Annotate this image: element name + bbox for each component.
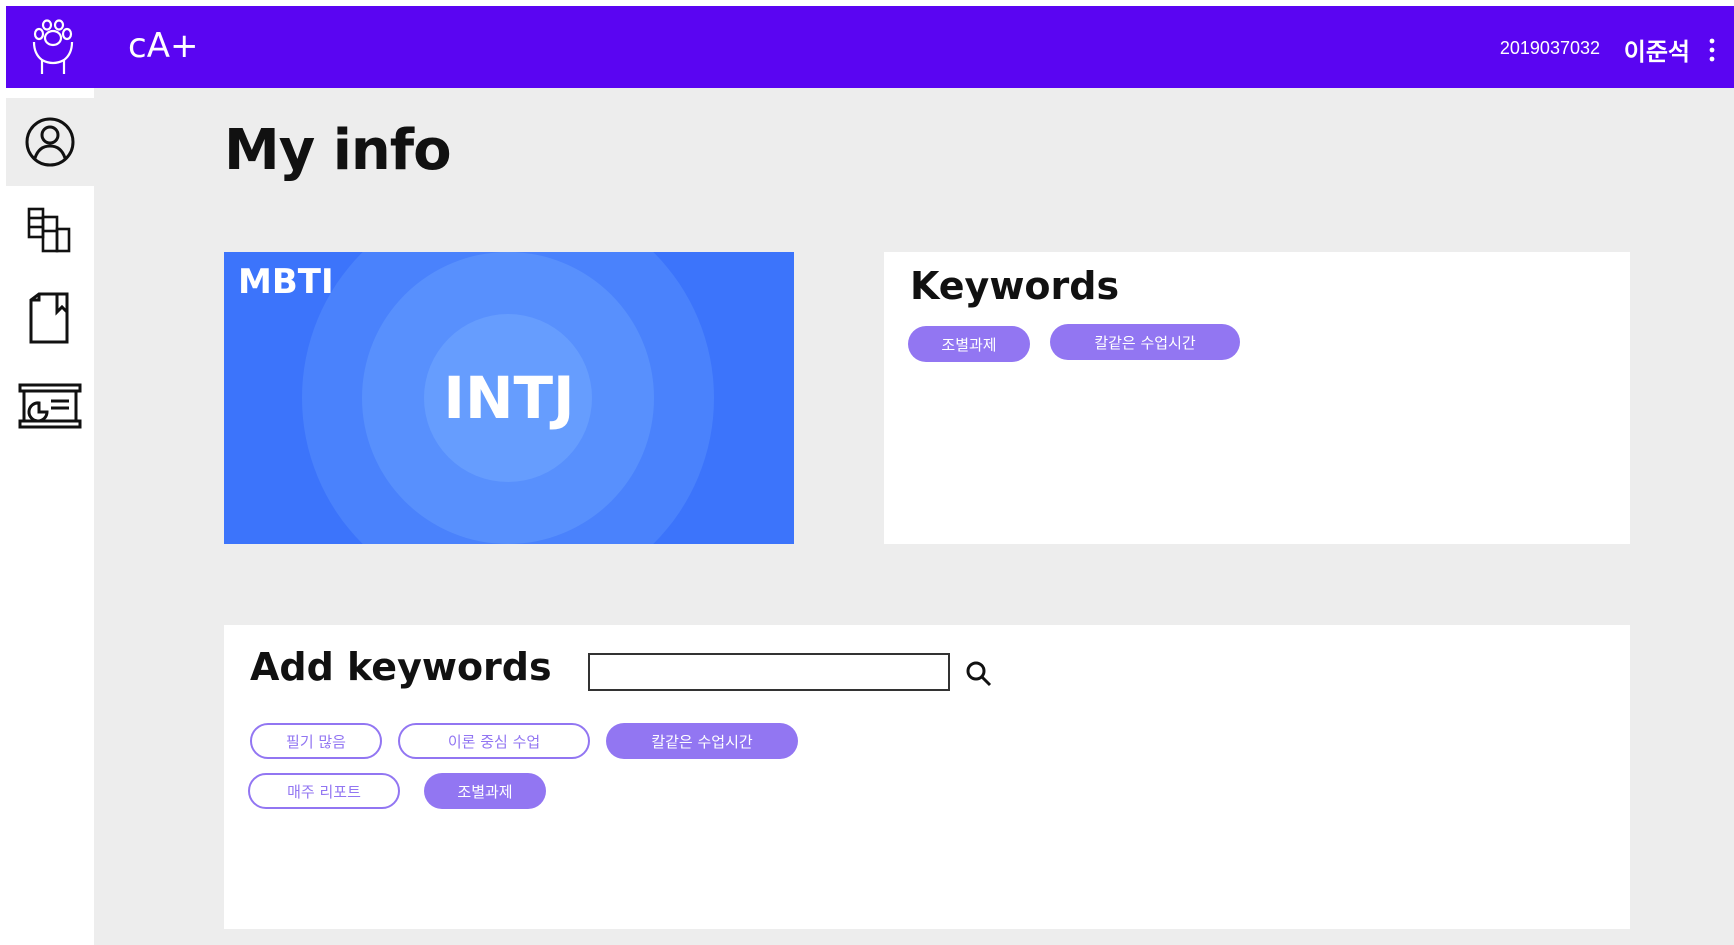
layout-grid-icon <box>27 207 71 253</box>
keyword-option-chip-selected[interactable]: 조별과제 <box>424 773 546 809</box>
keyword-option-chip-selected[interactable]: 칼같은 수업시간 <box>606 723 798 759</box>
keywords-card: Keywords 조별과제 칼같은 수업시간 <box>884 252 1630 544</box>
keyword-search-input[interactable] <box>588 653 950 691</box>
keyword-option-chip[interactable]: 필기 많음 <box>250 723 382 759</box>
user-circle-icon <box>25 117 75 167</box>
user-name: 이준석 <box>1623 38 1690 66</box>
keyword-chip[interactable]: 조별과제 <box>908 326 1030 362</box>
sidebar-item-my-info[interactable] <box>6 98 94 186</box>
keyword-option-chip[interactable]: 매주 리포트 <box>248 773 400 809</box>
more-vertical-icon[interactable] <box>1702 36 1722 64</box>
keyword-option-chip[interactable]: 이론 중심 수업 <box>398 723 590 759</box>
app-title[interactable]: cA+ <box>128 26 198 66</box>
add-keywords-heading: Add keywords <box>250 645 552 689</box>
top-header: cA+ 2019037032 이준석 <box>6 6 1734 88</box>
mbti-value: INTJ <box>443 364 575 432</box>
bookmark-book-icon <box>29 292 69 344</box>
sidebar-item-dashboard[interactable] <box>6 186 94 274</box>
paw-logo-icon[interactable] <box>28 18 78 78</box>
sidebar-item-lectures[interactable] <box>6 362 94 450</box>
search-icon[interactable] <box>964 659 994 689</box>
keyword-chip[interactable]: 칼같은 수업시간 <box>1050 324 1240 360</box>
student-id: 2019037032 <box>1499 38 1600 58</box>
page-title: My info <box>224 118 452 183</box>
keywords-heading: Keywords <box>910 264 1120 308</box>
add-keywords-card: Add keywords 필기 많음 이론 중심 수업 칼같은 수업시간 매주 … <box>224 625 1630 929</box>
sidebar <box>6 88 94 945</box>
sidebar-item-courses[interactable] <box>6 274 94 362</box>
presentation-board-icon <box>18 383 82 429</box>
app-window: cA+ 2019037032 이준석 My info MBTI INTJ Key… <box>6 6 1734 945</box>
mbti-label: MBTI <box>238 262 334 302</box>
mbti-card: MBTI INTJ <box>224 252 794 544</box>
